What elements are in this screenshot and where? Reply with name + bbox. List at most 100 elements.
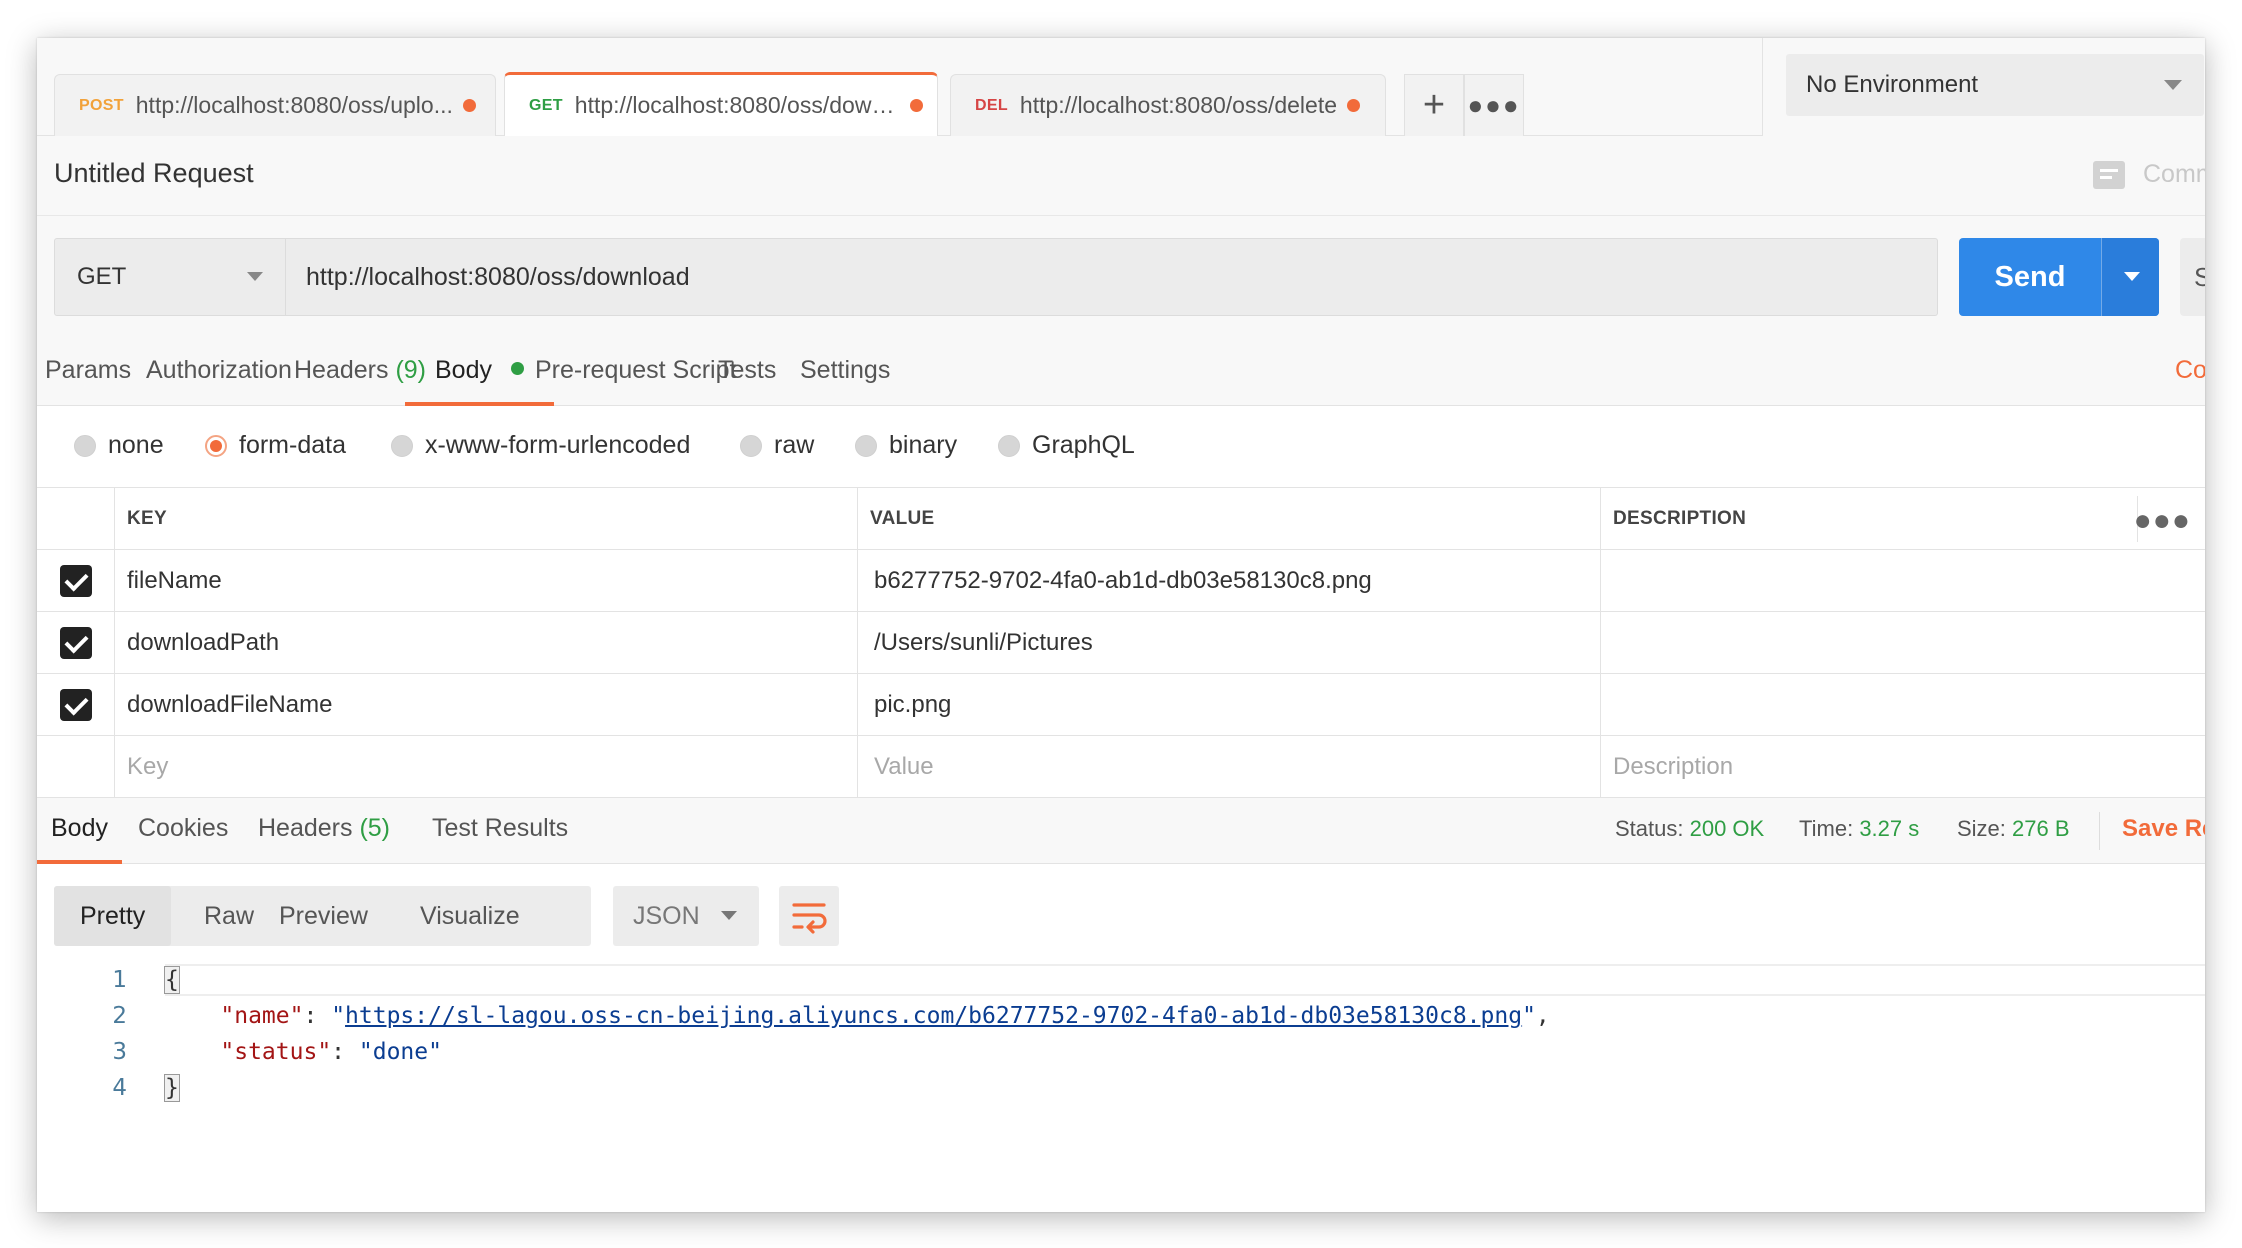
response-format-value: JSON [633, 901, 700, 930]
new-value-input[interactable]: Value [857, 736, 1600, 798]
radio-form-data[interactable]: form-data [205, 431, 346, 460]
checkbox-checked-icon[interactable] [59, 627, 92, 659]
tab-pre-request-script[interactable]: Pre-request Script [535, 356, 736, 406]
row-checkbox-cell [37, 612, 114, 674]
chevron-down-icon [721, 911, 737, 920]
chevron-down-icon [247, 272, 263, 281]
param-value-cell[interactable]: b6277752-9702-4fa0-ab1d-db03e58130c8.png [857, 550, 1600, 612]
tab-params[interactable]: Params [45, 356, 131, 406]
code-line: 4 } [37, 1070, 2205, 1106]
response-tab-cookies[interactable]: Cookies [138, 814, 228, 864]
headers-count: (9) [395, 356, 427, 384]
header-check-cell [37, 488, 114, 550]
radio-label: raw [774, 431, 815, 459]
column-header-description-label: DESCRIPTION [1613, 508, 1747, 529]
response-body-editor[interactable]: 1 { 2 "name": "https://sl-lagou.oss-cn-b… [37, 962, 2205, 1212]
unsaved-dot-icon [910, 99, 923, 112]
json-url-link[interactable]: https://sl-lagou.oss-cn-beijing.aliyuncs… [345, 1003, 1522, 1029]
radio-binary[interactable]: binary [855, 431, 957, 460]
status-label: Status: [1615, 816, 1684, 841]
radio-raw[interactable]: raw [740, 431, 814, 460]
line-number: 4 [112, 1075, 127, 1101]
http-method-select[interactable]: GET [54, 238, 286, 316]
param-key-cell[interactable]: downloadPath [114, 612, 857, 674]
json-key: "status" [220, 1039, 332, 1065]
radio-icon [998, 434, 1020, 457]
comments-button[interactable]: Comm [2093, 160, 2205, 189]
radio-none[interactable]: none [74, 431, 164, 460]
param-value-cell[interactable]: pic.png [857, 674, 1600, 736]
tab-settings[interactable]: Settings [800, 356, 890, 406]
environment-select[interactable]: No Environment [1786, 54, 2204, 116]
row-checkbox-cell [37, 736, 114, 798]
body-type-selector: none form-data x-www-form-urlencoded raw… [37, 406, 2205, 488]
view-preview[interactable]: Preview [253, 886, 394, 946]
param-value-cell[interactable]: /Users/sunli/Pictures [857, 612, 1600, 674]
column-header-description: DESCRIPTION ●●● [1600, 488, 2205, 550]
tab-body[interactable]: Body [405, 356, 554, 406]
cookies-link[interactable]: Co [2175, 356, 2205, 385]
radio-label: none [108, 431, 164, 459]
radio-icon [391, 434, 413, 457]
tab-post-upload[interactable]: POST http://localhost:8080/oss/uplo... [54, 74, 496, 136]
radio-label: x-www-form-urlencoded [425, 431, 691, 459]
new-tab-button[interactable]: + [1404, 74, 1464, 136]
tab-options-button[interactable]: ●●● [1464, 74, 1524, 136]
postman-window: POST http://localhost:8080/oss/uplo... G… [37, 38, 2205, 1212]
json-key: "name" [220, 1003, 304, 1029]
view-visualize[interactable]: Visualize [394, 886, 546, 946]
size-value: 276 B [2012, 816, 2070, 841]
checkbox-checked-icon[interactable] [59, 689, 92, 721]
response-tab-headers[interactable]: Headers (5) [258, 814, 390, 864]
param-description-cell[interactable] [1600, 674, 2205, 736]
radio-label: form-data [239, 431, 346, 459]
param-key-cell[interactable]: fileName [114, 550, 857, 612]
param-key-cell[interactable]: downloadFileName [114, 674, 857, 736]
line-content: { [164, 966, 180, 994]
new-key-input[interactable]: Key [114, 736, 857, 798]
row-checkbox-cell [37, 674, 114, 736]
tab-tests[interactable]: Tests [718, 356, 776, 406]
form-data-table: KEY VALUE DESCRIPTION ●●● fileName b6277… [37, 488, 2205, 798]
url-bar: GET http://localhost:8080/oss/download S… [37, 216, 2205, 340]
radio-x-www-form-urlencoded[interactable]: x-www-form-urlencoded [391, 431, 690, 460]
tab-get-download[interactable]: GET http://localhost:8080/oss/down... [504, 72, 938, 136]
tab-del-delete[interactable]: DEL http://localhost:8080/oss/delete [950, 74, 1386, 136]
response-tab-body-label: Body [51, 814, 108, 842]
environment-area: No Environment [1762, 38, 2205, 136]
code-line: 3 "status": "done" [37, 1034, 2205, 1070]
column-header-key: KEY [114, 488, 857, 550]
more-horizontal-icon[interactable]: ●●● [2134, 504, 2191, 538]
send-options-caret-icon[interactable] [2101, 238, 2159, 316]
request-url-input[interactable]: http://localhost:8080/oss/download [286, 238, 1938, 316]
line-content: "status": "done" [220, 1039, 442, 1065]
line-number: 2 [112, 1003, 127, 1029]
tab-authorization[interactable]: Authorization [146, 356, 292, 406]
tab-url: http://localhost:8080/oss/delete [1019, 92, 1338, 118]
save-button[interactable]: S [2180, 238, 2205, 316]
param-description-cell[interactable] [1600, 550, 2205, 612]
response-tab-test-results[interactable]: Test Results [432, 814, 568, 864]
param-description-cell[interactable] [1600, 612, 2205, 674]
response-format-select[interactable]: JSON [613, 886, 759, 946]
radio-icon [855, 434, 877, 457]
save-response-button[interactable]: Save Re [2122, 815, 2205, 843]
tab-headers[interactable]: Headers (9) [294, 356, 426, 406]
checkbox-checked-icon[interactable] [59, 565, 92, 597]
time-label: Time: [1799, 816, 1854, 841]
wrap-lines-button[interactable] [779, 886, 839, 946]
tab-body-label: Body [435, 356, 492, 384]
table-row: downloadFileName pic.png [37, 674, 2205, 736]
radio-graphql[interactable]: GraphQL [998, 431, 1135, 460]
send-button[interactable]: Send [1959, 238, 2159, 316]
new-description-input[interactable]: Description [1600, 736, 2205, 798]
unsaved-dot-icon [1347, 99, 1361, 112]
request-url-value: http://localhost:8080/oss/download [306, 262, 690, 291]
radio-icon [74, 434, 96, 457]
close-brace: } [164, 1074, 180, 1102]
view-pretty[interactable]: Pretty [54, 886, 172, 946]
request-title[interactable]: Untitled Request [54, 158, 254, 189]
response-tab-body[interactable]: Body [37, 814, 122, 864]
response-tab-headers-label: Headers [258, 814, 353, 842]
tab-method: DEL [975, 96, 1008, 114]
